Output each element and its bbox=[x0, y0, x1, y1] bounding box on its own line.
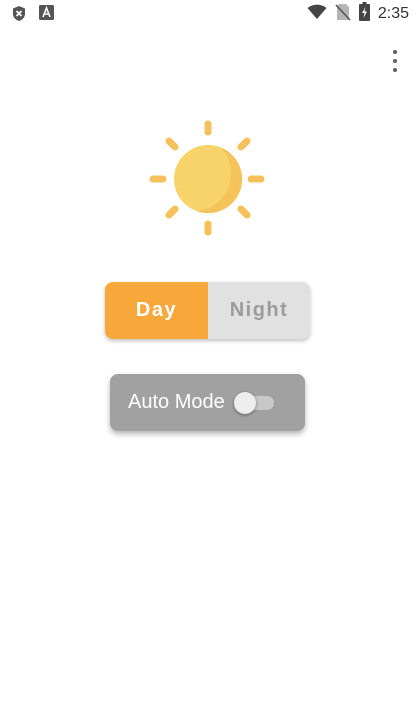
day-night-toggle: Day Night bbox=[105, 282, 310, 339]
night-option[interactable]: Night bbox=[208, 282, 310, 339]
battery-charging-icon bbox=[358, 2, 370, 26]
x-circle-icon bbox=[11, 5, 27, 27]
day-option[interactable]: Day bbox=[105, 282, 208, 339]
status-bar: 2:35 bbox=[0, 0, 417, 28]
a-square-icon bbox=[39, 5, 54, 25]
no-sim-icon bbox=[335, 3, 351, 26]
sun-icon bbox=[149, 120, 265, 236]
auto-mode-button[interactable]: Auto Mode bbox=[110, 374, 305, 431]
more-vertical-icon[interactable] bbox=[387, 50, 403, 72]
status-time: 2:35 bbox=[377, 5, 409, 22]
auto-mode-switch-thumb[interactable] bbox=[234, 392, 256, 414]
auto-mode-label: Auto Mode bbox=[128, 391, 225, 413]
wifi-icon bbox=[307, 4, 327, 25]
